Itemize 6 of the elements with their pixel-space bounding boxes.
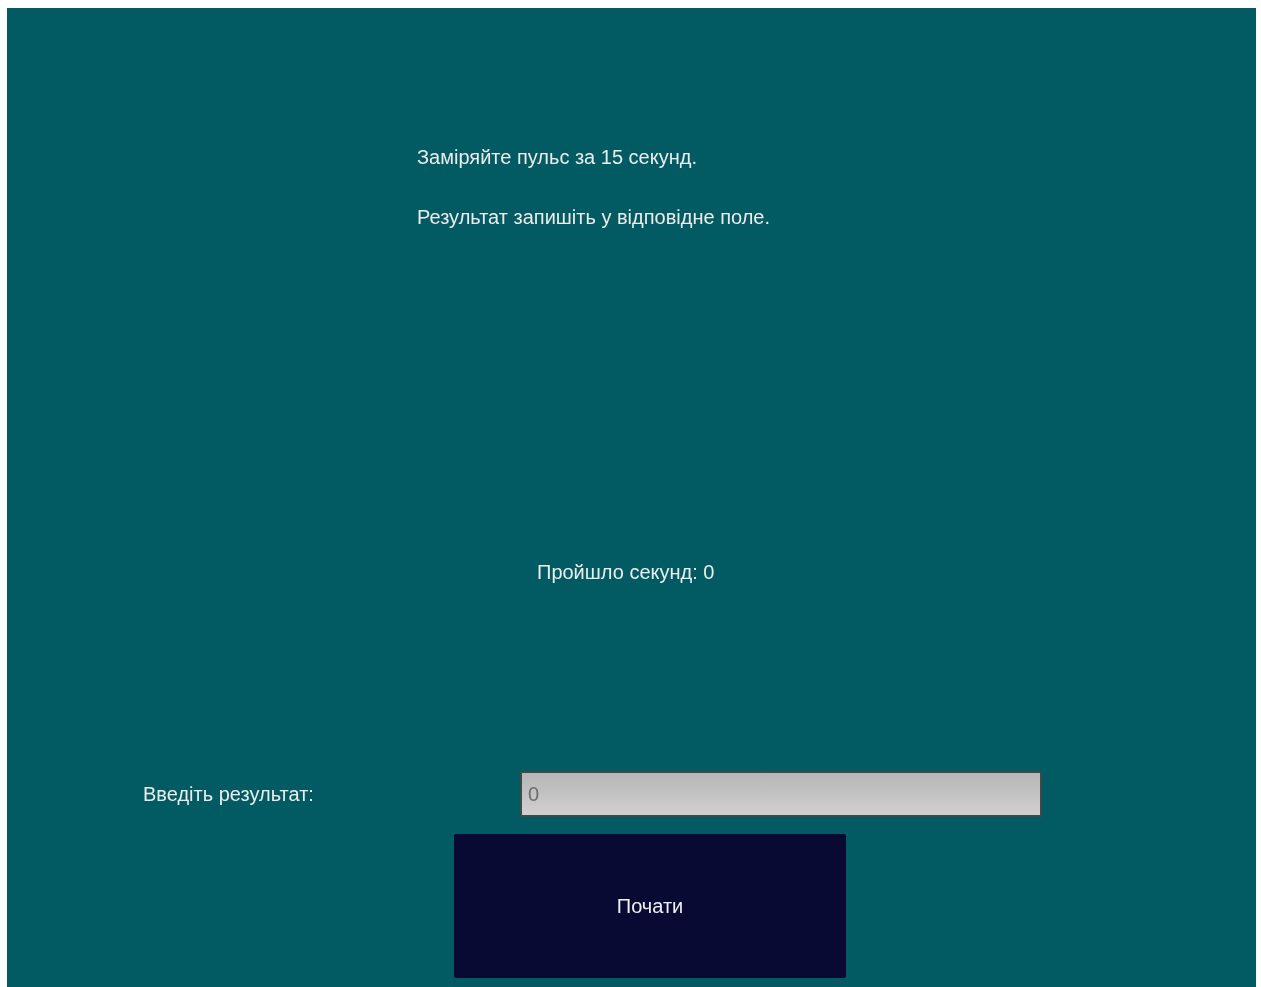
instruction-text: Результат запишіть у відповідне поле. — [417, 205, 770, 229]
result-input-field[interactable]: 0 — [520, 771, 1042, 817]
result-label: Введіть результат: — [143, 782, 315, 806]
elapsed-seconds-text: Пройшло секунд: 0 — [537, 560, 715, 584]
start-button[interactable]: Почати — [454, 834, 846, 978]
instruction-text: Заміряйте пульс за 15 секунд. — [417, 145, 697, 169]
